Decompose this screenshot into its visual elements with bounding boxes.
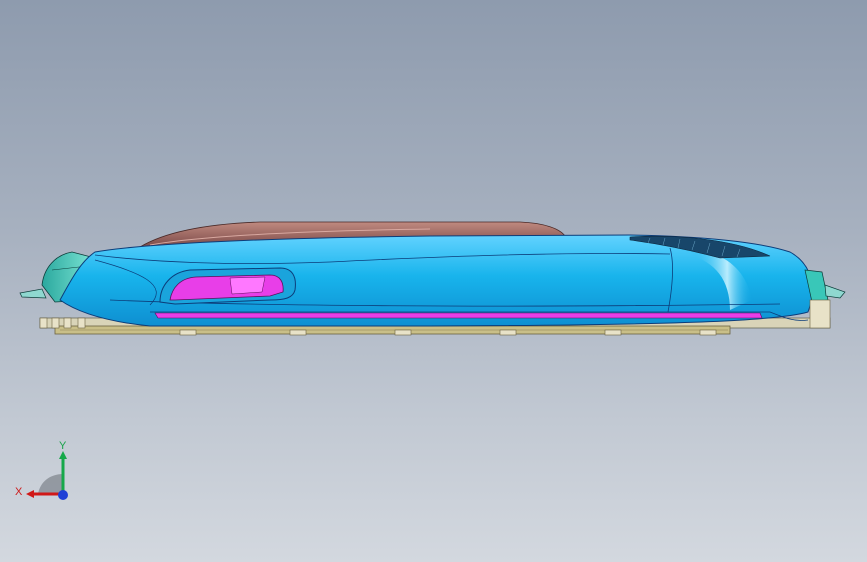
3d-model-render[interactable] — [0, 0, 867, 562]
y-axis-label: Y — [59, 440, 67, 452]
triad-plane-shade — [38, 474, 63, 494]
y-axis-arrow — [59, 451, 67, 459]
triad-graphic — [26, 451, 68, 500]
x-axis-label: X — [15, 486, 23, 498]
z-axis-dot — [58, 490, 68, 500]
lower-trim-strip — [154, 312, 763, 319]
inner-pocket-opening — [159, 267, 296, 305]
coordinate-triad: X Y — [10, 438, 82, 510]
cad-viewport[interactable]: X Y — [0, 0, 867, 562]
x-axis-arrow — [26, 490, 34, 498]
